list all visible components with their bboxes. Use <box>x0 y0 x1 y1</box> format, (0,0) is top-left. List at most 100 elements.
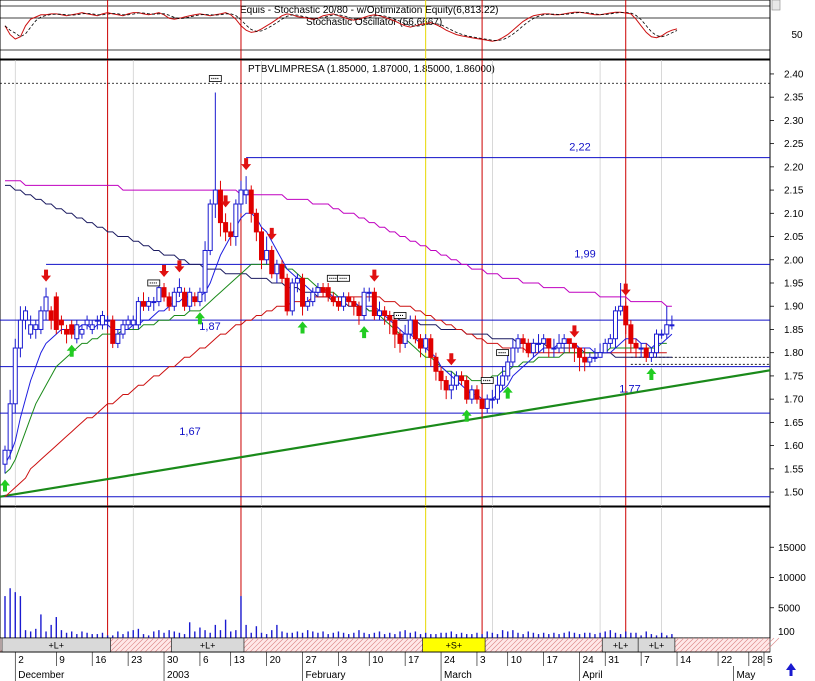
candle-body <box>130 319 136 326</box>
candle-body <box>453 375 459 386</box>
osc-scroll-up[interactable] <box>771 0 781 11</box>
candle-body <box>571 342 577 349</box>
x-tick-label: 24 <box>583 655 595 666</box>
candle-body <box>638 347 644 350</box>
candle-body <box>515 338 521 349</box>
candle-body <box>2 449 8 465</box>
price-tick-label: 1.50 <box>784 488 804 499</box>
candle-body <box>141 301 147 307</box>
candle-body <box>223 222 229 233</box>
candle-body <box>525 342 531 354</box>
candle-body <box>146 301 152 307</box>
month-label: March <box>444 670 472 681</box>
candle-body <box>217 189 223 224</box>
candle-body <box>64 328 70 335</box>
volume-unit-label: 100 <box>778 627 795 638</box>
x-tick-label: 22 <box>721 655 733 666</box>
candle-body <box>28 324 34 335</box>
x-tick-label: 7 <box>644 655 650 666</box>
price-tick-label: 1.65 <box>784 418 804 429</box>
candle-body <box>346 296 352 303</box>
candle-body <box>654 333 660 354</box>
candle-body <box>115 333 121 344</box>
level-label: 1,87 <box>199 321 220 333</box>
x-tick-label: 27 <box>306 655 318 666</box>
x-tick-label: 3 <box>341 655 347 666</box>
candle-body <box>351 301 357 307</box>
volume-tick-label: 15000 <box>778 543 806 554</box>
candle-body <box>612 310 618 340</box>
x-tick-label: 17 <box>408 655 420 666</box>
level-label: 2,22 <box>569 142 590 154</box>
candle-body <box>58 319 64 326</box>
x-tick-label: 23 <box>131 655 143 666</box>
candle-body <box>407 319 413 335</box>
osc-panel: Equis - Stochastic 20/80 - w/Optimizatio… <box>0 0 803 60</box>
candle-body <box>269 249 275 275</box>
candle-body <box>105 319 111 322</box>
x-tick-label: 20 <box>270 655 282 666</box>
candle-body <box>356 305 362 317</box>
price-tick-label: 2.15 <box>784 186 804 197</box>
price-tick-label: 2.00 <box>784 255 804 266</box>
candle-body <box>69 324 75 335</box>
period-label: +L+ <box>49 641 65 651</box>
candle-body <box>212 189 218 205</box>
candle-body <box>23 310 29 321</box>
scroll-right-arrow-icon[interactable] <box>786 663 796 676</box>
candle-body <box>505 361 511 377</box>
candle-body <box>33 324 39 330</box>
candle-body <box>259 231 264 261</box>
candle-body <box>443 380 449 391</box>
candle-body <box>361 291 367 317</box>
candle-body <box>197 291 203 303</box>
candle-body <box>664 324 670 335</box>
candle-body <box>320 287 326 293</box>
x-tick-label: 16 <box>95 655 107 666</box>
candle-body <box>392 319 398 335</box>
candle-body <box>264 249 270 261</box>
candle-body <box>110 319 116 344</box>
candle-body <box>125 319 131 326</box>
candle-body <box>643 347 649 358</box>
price-tick-label: 1.95 <box>784 279 804 290</box>
candle-body <box>207 203 213 251</box>
candle-body <box>387 315 393 321</box>
price-y-axis: 2.40 2.35 2.30 2.25 2.20 2.15 2.10 2.05 2.00 1.95… <box>770 69 804 499</box>
scroll-right-button[interactable] <box>786 663 796 676</box>
candle-body <box>546 338 552 349</box>
month-label: May <box>736 670 755 681</box>
candle-body <box>561 338 567 344</box>
candle-body <box>187 291 193 307</box>
candle-body <box>418 338 424 349</box>
period-label: +L+ <box>613 641 629 651</box>
candle-body <box>382 310 388 317</box>
candle-body <box>669 324 675 327</box>
x-tick-label: 10 <box>372 655 384 666</box>
price-tick-label: 2.30 <box>784 116 804 127</box>
candle-body <box>659 333 665 336</box>
candle-body <box>520 338 526 344</box>
candle-body <box>243 189 249 196</box>
price-tick-label: 1.55 <box>784 464 804 475</box>
candle-body <box>135 301 141 326</box>
candle-body <box>433 356 439 372</box>
month-label: February <box>306 670 346 681</box>
month-label: April <box>583 670 603 681</box>
price-title: PTBVLIMPRESA (1.85000, 1.87000, 1.85000,… <box>248 64 495 75</box>
candle-body <box>120 324 126 335</box>
candle-body <box>597 352 603 358</box>
level-label: 1,67 <box>179 426 200 438</box>
candle-body <box>412 319 418 340</box>
candle-body <box>566 338 572 344</box>
period-label: +L+ <box>200 641 216 651</box>
candle-body <box>202 249 208 293</box>
candle-body <box>305 301 311 307</box>
candle-body <box>171 291 177 307</box>
candle-body <box>464 380 470 400</box>
candle-body <box>510 347 516 363</box>
candle-body <box>176 287 182 293</box>
x-tick-label: 28 <box>752 655 764 666</box>
x-tick-label: 30 <box>167 655 179 666</box>
candle-body <box>279 263 285 279</box>
